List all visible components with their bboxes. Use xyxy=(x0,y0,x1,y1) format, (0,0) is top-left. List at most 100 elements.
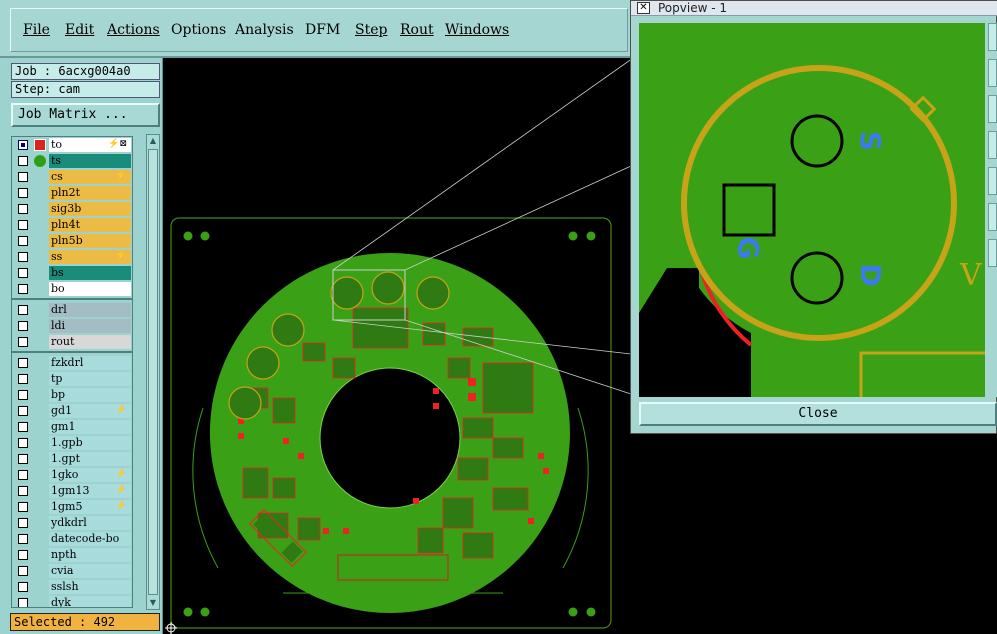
layer-name[interactable]: pln5b xyxy=(49,234,131,248)
layer-row[interactable]: ldi xyxy=(12,318,132,334)
layer-name[interactable]: pln2t xyxy=(49,186,131,200)
layer-name[interactable]: pln4t xyxy=(49,218,131,232)
popview-canvas[interactable]: S G D V xyxy=(639,23,985,397)
menu-actions[interactable]: Actions xyxy=(107,22,160,38)
layer-checkbox[interactable] xyxy=(18,374,28,384)
layer-row[interactable]: bs xyxy=(12,265,132,281)
layer-name[interactable]: 1gko ⚡ xyxy=(49,468,131,482)
scroll-up-icon[interactable]: ▲ xyxy=(148,135,158,147)
menu-step[interactable]: Step xyxy=(355,22,387,38)
layer-checkbox[interactable] xyxy=(18,321,28,331)
layer-row[interactable]: rout xyxy=(12,334,132,350)
layer-name[interactable]: cs ⚡ xyxy=(49,170,131,184)
layer-row[interactable]: ydkdrl xyxy=(12,515,132,531)
menu-options[interactable]: Options xyxy=(171,22,226,38)
layer-name[interactable]: bp xyxy=(49,388,131,402)
layer-row[interactable]: 1.gpb xyxy=(12,435,132,451)
layer-name[interactable]: drl xyxy=(49,303,131,317)
layer-checkbox[interactable] xyxy=(18,550,28,560)
layer-row[interactable]: 1gm13 ⚡ xyxy=(12,483,132,499)
toolbar-tab[interactable] xyxy=(988,239,997,267)
layer-name[interactable]: fzkdrl xyxy=(49,356,131,370)
layer-checkbox[interactable] xyxy=(18,582,28,592)
layer-checkbox[interactable] xyxy=(18,454,28,464)
layer-checkbox[interactable] xyxy=(18,486,28,496)
layer-name[interactable]: bo xyxy=(49,282,131,296)
layer-checkbox[interactable] xyxy=(18,156,28,166)
layer-name[interactable]: datecode-bo xyxy=(49,532,131,546)
layer-name[interactable]: ss ⚡ xyxy=(49,250,131,264)
layer-row[interactable]: ts xyxy=(12,153,132,169)
layer-row[interactable]: tp xyxy=(12,371,132,387)
layer-checkbox[interactable] xyxy=(18,502,28,512)
layer-row[interactable]: bo xyxy=(12,281,132,297)
layer-name[interactable]: 1.gpb xyxy=(49,436,131,450)
menu-file[interactable]: File xyxy=(23,22,50,38)
layer-scrollbar[interactable]: ▲ ▼ xyxy=(146,134,160,610)
layer-checkbox[interactable] xyxy=(18,172,28,182)
layer-name[interactable]: ts xyxy=(49,154,131,168)
layer-row[interactable]: fzkdrl xyxy=(12,355,132,371)
layer-checkbox[interactable] xyxy=(18,406,28,416)
layer-row[interactable]: pln4t xyxy=(12,217,132,233)
menu-edit[interactable]: Edit xyxy=(65,22,94,38)
layer-row[interactable]: 1.gpt xyxy=(12,451,132,467)
layer-name[interactable]: 1gm13 ⚡ xyxy=(49,484,131,498)
layer-checkbox[interactable] xyxy=(18,358,28,368)
layer-checkbox[interactable] xyxy=(18,534,28,544)
layer-name[interactable]: cvia xyxy=(49,564,131,578)
layer-row[interactable]: sig3b xyxy=(12,201,132,217)
menu-analysis[interactable]: Analysis xyxy=(235,22,294,38)
layer-row[interactable]: gd1 ⚡ xyxy=(12,403,132,419)
layer-checkbox[interactable] xyxy=(18,284,28,294)
layer-checkbox[interactable] xyxy=(18,252,28,262)
layer-name[interactable]: ydkdrl xyxy=(49,516,131,530)
layer-row[interactable]: pln2t xyxy=(12,185,132,201)
layer-name[interactable]: bs xyxy=(49,266,131,280)
layer-checkbox[interactable] xyxy=(18,518,28,528)
layer-row[interactable]: 1gko ⚡ xyxy=(12,467,132,483)
layer-row[interactable]: ss ⚡ xyxy=(12,249,132,265)
layer-row[interactable]: cvia xyxy=(12,563,132,579)
layer-row[interactable]: sslsh xyxy=(12,579,132,595)
menu-windows[interactable]: Windows xyxy=(445,22,509,38)
toolbar-tab[interactable] xyxy=(988,167,997,195)
layer-checkbox[interactable] xyxy=(18,390,28,400)
toolbar-tab[interactable] xyxy=(988,203,997,231)
layer-checkbox[interactable] xyxy=(18,236,28,246)
menu-rout[interactable]: Rout xyxy=(400,22,434,38)
toolbar-tab[interactable] xyxy=(988,131,997,159)
layer-checkbox[interactable] xyxy=(18,268,28,278)
layer-checkbox[interactable] xyxy=(18,337,28,347)
scrollbar-thumb[interactable] xyxy=(148,149,158,595)
layer-checkbox[interactable] xyxy=(18,566,28,576)
layer-name[interactable]: to ⚡⊠ xyxy=(49,138,131,152)
layer-checkbox[interactable] xyxy=(18,220,28,230)
layer-name[interactable]: npth xyxy=(49,548,131,562)
popview-titlebar[interactable]: ✕ Popview - 1 xyxy=(631,1,997,16)
layer-name[interactable]: 1.gpt xyxy=(49,452,131,466)
layer-name[interactable]: gd1 ⚡ xyxy=(49,404,131,418)
layer-name[interactable]: ldi xyxy=(49,319,131,333)
toolbar-tab[interactable] xyxy=(988,23,997,51)
toolbar-tab[interactable] xyxy=(988,59,997,87)
layer-row[interactable]: 1gm5 ⚡ xyxy=(12,499,132,515)
layer-checkbox[interactable] xyxy=(18,305,28,315)
layer-row[interactable]: pln5b xyxy=(12,233,132,249)
layer-name[interactable]: gm1 xyxy=(49,420,131,434)
layer-row[interactable]: drl xyxy=(12,302,132,318)
layer-checkbox[interactable] xyxy=(18,422,28,432)
toolbar-tab[interactable] xyxy=(988,95,997,123)
layer-checkbox[interactable] xyxy=(18,598,28,607)
layer-name[interactable]: rout xyxy=(49,335,131,349)
layer-checkbox[interactable] xyxy=(18,140,28,150)
layer-checkbox[interactable] xyxy=(18,204,28,214)
scroll-down-icon[interactable]: ▼ xyxy=(148,597,158,609)
layer-row[interactable]: npth xyxy=(12,547,132,563)
layer-name[interactable]: tp xyxy=(49,372,131,386)
menu-dfm[interactable]: DFM xyxy=(305,22,340,38)
layer-name[interactable]: sig3b xyxy=(49,202,131,216)
layer-row[interactable]: dyk xyxy=(12,595,132,607)
layer-name[interactable]: 1gm5 ⚡ xyxy=(49,500,131,514)
layer-row[interactable]: to ⚡⊠ xyxy=(12,137,132,153)
